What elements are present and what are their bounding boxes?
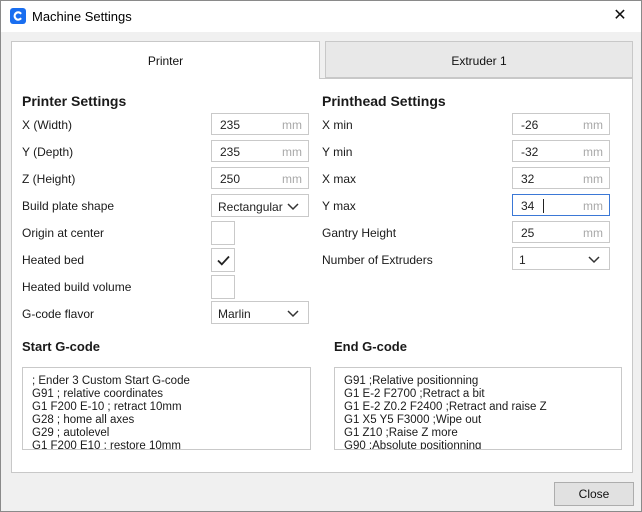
heated-build-volume-checkbox[interactable] <box>211 275 235 299</box>
end-gcode-line: G1 X5 Y5 F3000 ;Wipe out <box>344 414 482 426</box>
machine-settings-window: Machine Settings ✕ Printer Extruder 1 Pr… <box>0 0 642 512</box>
tab-printer[interactable]: Printer <box>11 41 320 79</box>
number-of-extruders-value: 1 <box>519 253 526 267</box>
end-gcode-line: G90 ;Absolute positionning <box>344 440 482 450</box>
start-gcode-line: G29 ; autolevel <box>32 427 110 439</box>
y-depth-field[interactable]: 235 mm <box>211 140 309 162</box>
printer-settings-title: Printer Settings <box>22 93 127 109</box>
start-gcode-line: ; Ender 3 Custom Start G-code <box>32 375 190 387</box>
end-gcode-line: G1 Z10 ;Raise Z more <box>344 427 458 439</box>
title-bar: Machine Settings ✕ <box>1 1 641 32</box>
y-min-label: Y min <box>322 145 353 159</box>
number-of-extruders-label: Number of Extruders <box>322 253 433 267</box>
heated-build-volume-label: Heated build volume <box>22 280 132 294</box>
build-plate-shape-value: Rectangular <box>218 200 283 214</box>
build-plate-shape-label: Build plate shape <box>22 199 115 213</box>
chevron-down-icon <box>287 310 299 318</box>
close-button[interactable]: Close <box>554 482 634 506</box>
x-width-label: X (Width) <box>22 118 73 132</box>
start-gcode-lines: ; Ender 3 Custom Start G-code G91 ; rela… <box>32 375 190 450</box>
text-cursor <box>543 199 544 213</box>
x-width-value: 235 <box>220 118 241 132</box>
start-gcode-line: G1 F200 E-10 ; retract 10mm <box>32 401 182 413</box>
end-gcode-lines: G91 ;Relative positionning G1 E-2 F2700 … <box>344 375 547 450</box>
gantry-height-field[interactable]: 25 mm <box>512 221 610 243</box>
x-width-unit: mm <box>282 118 302 132</box>
y-depth-value: 235 <box>220 145 241 159</box>
build-plate-shape-dropdown[interactable]: Rectangular <box>211 194 309 217</box>
y-max-label: Y max <box>322 199 356 213</box>
origin-at-center-checkbox[interactable] <box>211 221 235 245</box>
end-gcode-line: G1 E-2 Z0.2 F2400 ;Retract and raise Z <box>344 401 547 413</box>
gcode-flavor-dropdown[interactable]: Marlin <box>211 301 309 324</box>
x-min-field[interactable]: -26 mm <box>512 113 610 135</box>
y-min-unit: mm <box>583 145 603 159</box>
y-max-value: 34 <box>521 199 535 213</box>
number-of-extruders-dropdown[interactable]: 1 <box>512 247 610 270</box>
y-max-unit: mm <box>583 199 603 213</box>
settings-panel: Printer Settings X (Width) 235 mm Y (Dep… <box>11 78 633 473</box>
y-min-value: -32 <box>521 145 539 159</box>
x-min-unit: mm <box>583 118 603 132</box>
z-height-label: Z (Height) <box>22 172 76 186</box>
z-height-field[interactable]: 250 mm <box>211 167 309 189</box>
end-gcode-title: End G-code <box>334 339 407 354</box>
tab-extruder-1[interactable]: Extruder 1 <box>325 41 633 78</box>
gcode-flavor-label: G-code flavor <box>22 307 95 321</box>
start-gcode-line: G1 F200 E10 ; restore 10mm <box>32 440 181 450</box>
origin-at-center-label: Origin at center <box>22 226 105 240</box>
end-gcode-line: G1 E-2 F2700 ;Retract a bit <box>344 388 485 400</box>
close-icon[interactable]: ✕ <box>602 4 638 28</box>
z-height-value: 250 <box>220 172 241 186</box>
printhead-settings-title: Printhead Settings <box>322 93 446 109</box>
end-gcode-line: G91 ;Relative positionning <box>344 375 479 387</box>
start-gcode-line: G91 ; relative coordinates <box>32 388 164 400</box>
window-title: Machine Settings <box>32 9 132 24</box>
gantry-height-label: Gantry Height <box>322 226 397 240</box>
x-max-label: X max <box>322 172 357 186</box>
tab-printer-label: Printer <box>147 54 184 68</box>
gantry-height-value: 25 <box>521 226 535 240</box>
chevron-down-icon <box>287 203 299 211</box>
x-max-value: 32 <box>521 172 535 186</box>
start-gcode-title: Start G-code <box>22 339 101 354</box>
heated-bed-label: Heated bed <box>22 253 85 267</box>
gcode-flavor-value: Marlin <box>218 307 251 321</box>
tab-extruder-1-label: Extruder 1 <box>451 54 507 68</box>
chevron-down-icon <box>588 256 600 264</box>
y-max-field[interactable]: 34 mm <box>512 194 610 216</box>
start-gcode-textarea[interactable]: ; Ender 3 Custom Start G-code G91 ; rela… <box>22 367 311 450</box>
x-min-label: X min <box>322 118 353 132</box>
start-gcode-line: G28 ; home all axes <box>32 414 135 426</box>
end-gcode-textarea[interactable]: G91 ;Relative positionning G1 E-2 F2700 … <box>334 367 622 450</box>
x-width-field[interactable]: 235 mm <box>211 113 309 135</box>
gantry-height-unit: mm <box>583 226 603 240</box>
x-max-field[interactable]: 32 mm <box>512 167 610 189</box>
cura-logo-icon <box>10 8 26 24</box>
heated-bed-checkbox[interactable] <box>211 248 235 272</box>
y-depth-label: Y (Depth) <box>22 145 74 159</box>
x-min-value: -26 <box>521 118 539 132</box>
y-depth-unit: mm <box>282 145 302 159</box>
z-height-unit: mm <box>282 172 302 186</box>
y-min-field[interactable]: -32 mm <box>512 140 610 162</box>
checkmark-icon <box>217 255 230 266</box>
x-max-unit: mm <box>583 172 603 186</box>
